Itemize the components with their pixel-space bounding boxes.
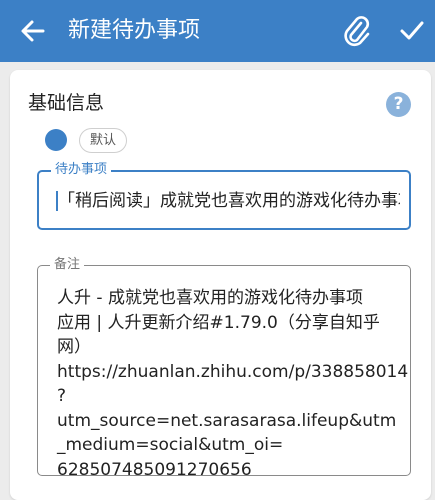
todo-input-field[interactable]: 待办事项 「稍后阅读」成就党也喜欢用的游戏化待办事项 <box>37 161 411 230</box>
todo-input-value[interactable]: 「稍后阅读」成就党也喜欢用的游戏化待办事项 <box>58 188 400 214</box>
todo-field-label: 待办事项 <box>51 161 112 179</box>
help-icon[interactable]: ? <box>386 92 411 117</box>
note-input-value[interactable]: 人升 - 成就党也喜欢用的游戏化待办事项 应用 | 人升更新介绍#1.79.0（… <box>57 286 408 482</box>
section-title: 基础信息 <box>28 92 105 114</box>
note-field-label: 备注 <box>50 256 85 274</box>
color-picker-dot[interactable] <box>45 129 67 151</box>
back-arrow-icon[interactable] <box>18 16 48 46</box>
confirm-check-icon[interactable] <box>398 17 426 45</box>
category-chip[interactable]: 默认 <box>79 128 128 153</box>
app-bar: 新建待办事项 <box>0 0 435 62</box>
page-title: 新建待办事项 <box>68 18 201 43</box>
attachment-icon[interactable] <box>342 15 372 47</box>
note-input-field[interactable]: 备注 人升 - 成就党也喜欢用的游戏化待办事项 应用 | 人升更新介绍#1.79… <box>37 256 411 480</box>
